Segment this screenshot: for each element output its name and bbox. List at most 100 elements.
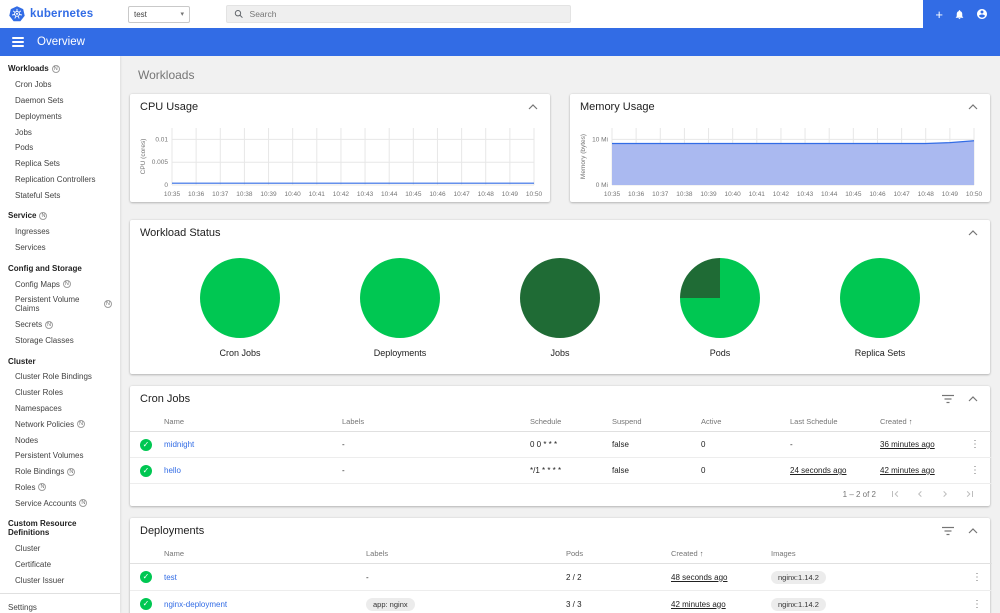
sidebar-item-secrets[interactable]: Secrets N xyxy=(0,317,120,333)
column-header-labels[interactable]: Labels xyxy=(362,544,562,564)
row-menu-button[interactable]: ⋮ xyxy=(968,599,986,610)
create-resource-button[interactable]: + xyxy=(935,8,943,21)
row-menu-button[interactable]: ⋮ xyxy=(966,439,984,450)
usage-charts-row: CPU Usage 0 0.005 0.01 10:35 10:36 10:37 10:38… xyxy=(130,94,990,202)
brand-link[interactable]: kubernetes xyxy=(0,6,120,22)
row-menu-button[interactable]: ⋮ xyxy=(966,465,984,476)
column-header-suspend[interactable]: Suspend xyxy=(608,412,697,432)
memory-usage-card: Memory Usage 0 Mi 10 Mi 10:35 10:36 10:37 10:… xyxy=(570,94,990,202)
cell-name: test xyxy=(160,563,362,591)
svg-text:0.01: 0.01 xyxy=(155,136,168,143)
previous-page-button[interactable] xyxy=(914,488,926,500)
svg-text:10:47: 10:47 xyxy=(453,191,470,198)
sidebar-item-network-policies[interactable]: Network Policies N xyxy=(0,416,120,432)
sidebar-item-services[interactable]: Services xyxy=(0,240,120,256)
chevron-up-icon xyxy=(968,104,978,110)
column-header-pods[interactable]: Pods xyxy=(562,544,667,564)
top-header: kubernetes test ▾ + xyxy=(0,0,1000,28)
sidebar-item-replication-controllers[interactable]: Replication Controllers xyxy=(0,171,120,187)
svg-text:10 Mi: 10 Mi xyxy=(592,136,608,143)
collapse-button[interactable] xyxy=(966,228,980,238)
sidebar-item-service-accounts[interactable]: Service Accounts N xyxy=(0,495,120,511)
sidebar-item-ingresses[interactable]: Ingresses xyxy=(0,224,120,240)
chevron-up-icon xyxy=(968,528,978,534)
svg-text:10:35: 10:35 xyxy=(164,191,181,198)
notifications-button[interactable] xyxy=(954,9,965,20)
sidebar-item-label: Cron Jobs xyxy=(15,80,52,90)
cell-schedule: 0 0 * * * xyxy=(526,431,608,458)
name-link[interactable]: test xyxy=(164,573,177,582)
name-link[interactable]: nginx-deployment xyxy=(164,600,227,609)
success-icon: ✓ xyxy=(140,598,152,610)
sidebar-item-cluster[interactable]: Cluster xyxy=(0,541,120,557)
column-header-created[interactable]: Created ↑ xyxy=(667,544,767,564)
sidebar-item-config-maps[interactable]: Config Maps N xyxy=(0,276,120,292)
namespace-select[interactable]: test ▾ xyxy=(128,5,190,23)
sidebar-item-persistent-volume-claims[interactable]: Persistent Volume Claims N xyxy=(0,292,120,317)
column-header-created[interactable]: Created ↑ xyxy=(876,412,962,432)
name-link[interactable]: midnight xyxy=(164,440,194,449)
card-title: Memory Usage xyxy=(580,101,655,113)
svg-text:10:43: 10:43 xyxy=(357,191,374,198)
sidebar-item-namespaces[interactable]: Namespaces xyxy=(0,401,120,417)
sidebar-item-cluster-roles[interactable]: Cluster Roles xyxy=(0,385,120,401)
pie-chart-jobs xyxy=(520,258,600,338)
sidebar-item-label: Secrets xyxy=(15,320,43,330)
card-title: Cron Jobs xyxy=(140,393,191,405)
svg-text:10:40: 10:40 xyxy=(725,191,742,198)
svg-text:10:37: 10:37 xyxy=(212,191,229,198)
collapse-button[interactable] xyxy=(966,394,980,404)
sidebar-item-pods[interactable]: Pods xyxy=(0,140,120,156)
table-row-hello: ✓ hello - */1 * * * * false 0 24 seconds ago 42… xyxy=(130,457,992,484)
column-header-labels[interactable]: Labels xyxy=(338,412,526,432)
chevron-right-icon xyxy=(943,491,947,497)
sidebar-item-daemon-sets[interactable]: Daemon Sets xyxy=(0,93,120,109)
sidebar-item-replica-sets[interactable]: Replica Sets xyxy=(0,156,120,172)
sidebar-item-persistent-volumes[interactable]: Persistent Volumes xyxy=(0,448,120,464)
svg-text:10:44: 10:44 xyxy=(381,191,398,198)
sidebar-item-jobs[interactable]: Jobs xyxy=(0,124,120,140)
sidebar-item-cluster-role-bindings[interactable]: Cluster Role Bindings xyxy=(0,369,120,385)
sidebar-item-label: Workloads xyxy=(8,64,49,74)
collapse-button[interactable] xyxy=(966,526,980,536)
row-menu-button[interactable]: ⋮ xyxy=(968,572,986,583)
column-header-name[interactable]: Name xyxy=(160,544,362,564)
sidebar-item-cluster-issuer[interactable]: Cluster Issuer xyxy=(0,572,120,588)
cell-active: 0 xyxy=(697,431,786,458)
filter-button[interactable] xyxy=(940,524,956,538)
search-input[interactable] xyxy=(249,9,563,19)
next-page-button[interactable] xyxy=(939,488,951,500)
collapse-button[interactable] xyxy=(966,102,980,112)
sidebar-item-deployments[interactable]: Deployments xyxy=(0,108,120,124)
sidebar-item-stateful-sets[interactable]: Stateful Sets xyxy=(0,187,120,203)
cpu-usage-card: CPU Usage 0 0.005 0.01 10:35 10:36 10:37 10:38… xyxy=(130,94,550,202)
sidebar-item-role-bindings[interactable]: Role Bindings N xyxy=(0,464,120,480)
column-header-images[interactable]: Images xyxy=(767,544,964,564)
collapse-button[interactable] xyxy=(526,102,540,112)
sidebar-item-nodes[interactable]: Nodes xyxy=(0,432,120,448)
relative-time: 42 minutes ago xyxy=(671,599,726,609)
sidebar-item-workloads[interactable]: Workloads N xyxy=(0,61,120,77)
pie-label: Replica Sets xyxy=(854,348,906,358)
sidebar-item-certificate[interactable]: Certificate xyxy=(0,557,120,573)
column-header-schedule[interactable]: Schedule xyxy=(526,412,608,432)
sidebar-item-roles[interactable]: Roles N xyxy=(0,480,120,496)
sidebar-item-service[interactable]: Service N xyxy=(0,208,120,224)
first-page-button[interactable] xyxy=(889,488,901,500)
name-link[interactable]: hello xyxy=(164,466,181,475)
sidebar-item-settings[interactable]: Settings xyxy=(0,599,120,613)
cell-name: hello xyxy=(160,457,338,484)
sidebar-item-storage-classes[interactable]: Storage Classes xyxy=(0,333,120,349)
column-header-name[interactable]: Name xyxy=(160,412,338,432)
menu-button[interactable] xyxy=(10,35,26,49)
column-header-last-schedule[interactable]: Last Schedule xyxy=(786,412,876,432)
last-page-button[interactable] xyxy=(964,488,976,500)
column-header-active[interactable]: Active xyxy=(697,412,786,432)
filter-button[interactable] xyxy=(940,392,956,406)
deployments-table: Name Labels Pods Created ↑ Images ✓ test -2 / 2… xyxy=(130,544,992,613)
sidebar-item-label: Config Maps xyxy=(15,279,60,289)
card-title: CPU Usage xyxy=(140,101,199,113)
success-icon: ✓ xyxy=(140,464,152,477)
account-button[interactable] xyxy=(976,8,988,20)
sidebar-item-cron-jobs[interactable]: Cron Jobs xyxy=(0,77,120,93)
